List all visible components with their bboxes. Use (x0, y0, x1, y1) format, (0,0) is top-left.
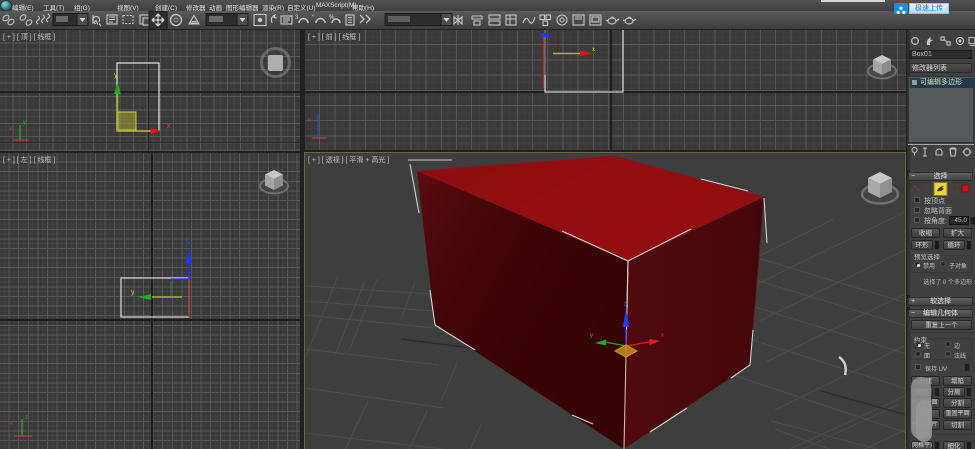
svg-text:y: y (590, 333, 593, 339)
svg-text:°: ° (312, 15, 315, 21)
svg-text:z: z (25, 415, 28, 421)
svg-text:%: % (329, 15, 335, 21)
svg-text:x: x (9, 126, 12, 132)
svg-text:z: z (624, 302, 627, 308)
svg-text:3: 3 (295, 15, 299, 21)
svg-text:y: y (23, 120, 26, 126)
svg-text:x: x (10, 421, 13, 427)
svg-text:y: y (131, 289, 135, 296)
svg-text:x: x (167, 123, 171, 130)
svg-text:x: x (308, 118, 311, 124)
svg-text:y: y (114, 72, 118, 79)
svg-text:x: x (592, 47, 595, 53)
svg-text:x: x (661, 333, 664, 339)
